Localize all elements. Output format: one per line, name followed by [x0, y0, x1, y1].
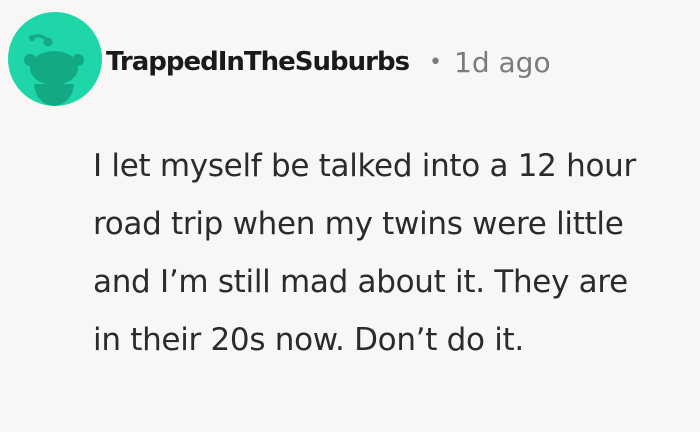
- separator-dot: •: [429, 49, 443, 75]
- timestamp[interactable]: 1d ago: [454, 46, 551, 79]
- comment-header: TrappedInTheSuburbs • 1d ago: [106, 40, 551, 84]
- comment-card: TrappedInTheSuburbs • 1d ago I let mysel…: [0, 0, 700, 432]
- reddit-snoo-icon: [8, 12, 102, 106]
- comment-body: I let myself be talked into a 12 hour ro…: [93, 148, 636, 358]
- avatar[interactable]: [8, 12, 102, 106]
- username-link[interactable]: TrappedInTheSuburbs: [106, 47, 410, 77]
